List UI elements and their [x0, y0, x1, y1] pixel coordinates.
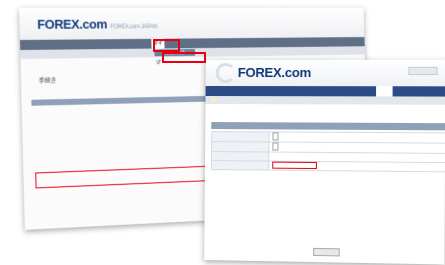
- section-header-bar: [211, 122, 445, 130]
- forex-logo[interactable]: FOREX.com FOREX.com JAPAN: [37, 17, 157, 32]
- site-header: FOREX.com FOREX.com JAPAN: [19, 7, 364, 40]
- site-header: FOREX.com: [206, 60, 445, 87]
- field-label: [211, 161, 268, 171]
- select-field[interactable]: [272, 132, 278, 140]
- field-label: [212, 142, 269, 152]
- nav-mypage[interactable]: [376, 86, 393, 96]
- forex-logo[interactable]: FOREX.com: [238, 65, 315, 80]
- page-title: 手続き: [39, 75, 57, 84]
- highlight-procedures-tab: [162, 52, 206, 63]
- header-button[interactable]: [408, 67, 437, 75]
- front-screenshot: FOREX.com: [204, 60, 445, 265]
- settings-form: [211, 131, 445, 172]
- sub-tabs: [205, 96, 445, 105]
- highlight-mypage: [153, 39, 180, 52]
- form-row: [211, 161, 445, 172]
- section-header-bar: [31, 96, 212, 106]
- tab-active[interactable]: [211, 97, 215, 102]
- select-field[interactable]: [272, 142, 278, 150]
- field-label: [211, 152, 268, 162]
- email-input[interactable]: [272, 162, 317, 169]
- submit-button[interactable]: [313, 248, 340, 257]
- main-nav: [206, 86, 445, 97]
- field-label: [212, 132, 269, 142]
- highlighted-procedure-link[interactable]: [35, 166, 214, 189]
- logo-mark-icon: [216, 63, 236, 83]
